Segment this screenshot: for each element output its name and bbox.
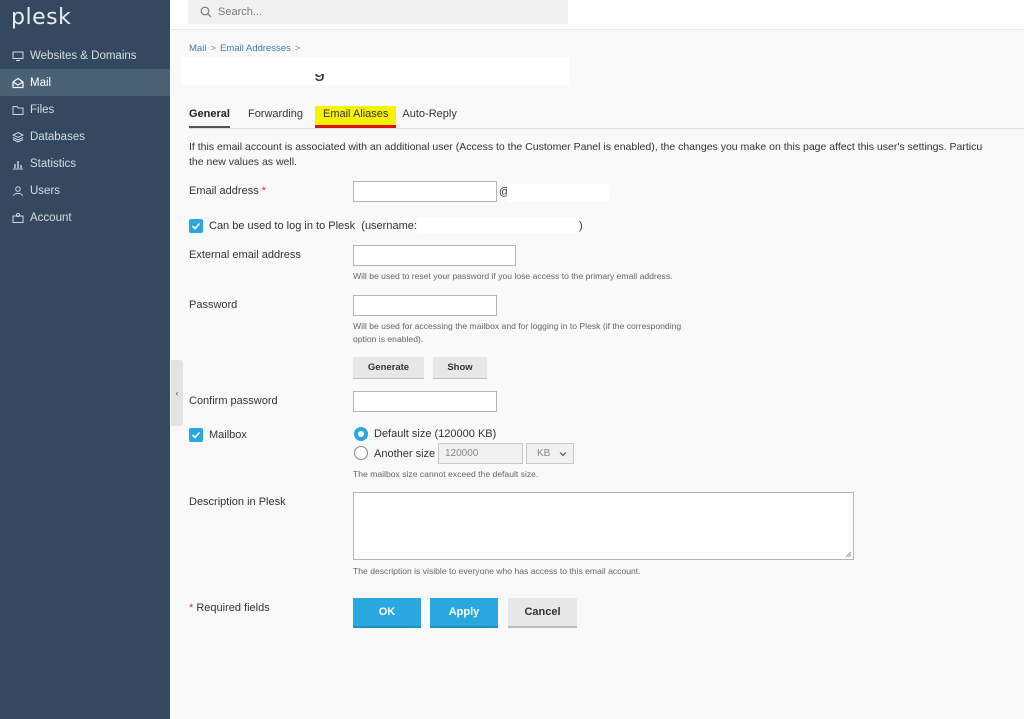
mailbox-size-input[interactable]: 120000 [438,443,523,464]
email-local-part-input[interactable] [353,181,497,202]
breadcrumb-link-email-addresses[interactable]: Email Addresses [220,43,291,54]
external-email-hint: Will be used to reset your password if y… [353,271,673,281]
sidebar-item-statistics[interactable]: Statistics [0,150,170,177]
page-title-redacted [181,57,569,85]
plesk-logo[interactable]: plesk [11,5,71,30]
sidebar-item-account[interactable]: Account [0,204,170,231]
password-hint-line-1: Will be used for accessing the mailbox a… [353,321,682,331]
username-prefix: (username: [361,220,417,232]
ok-button[interactable]: OK [353,598,421,628]
description-hint: The description is visible to everyone w… [353,566,641,576]
default-size-label: Default size (120000 KB) [374,428,497,440]
checkmark-icon [191,431,201,439]
chevron-down-icon [559,452,567,457]
breadcrumb: Mail > Email Addresses > [189,43,304,54]
sidebar-collapse-handle[interactable]: ‹ [171,360,183,426]
sidebar-item-label: Statistics [30,157,77,170]
mailbox-checkbox[interactable] [189,428,203,442]
mailbox-size-unit-select[interactable]: KB [526,443,574,464]
sidebar-item-label: Websites & Domains [30,49,137,62]
password-hint-line-2: option is enabled). [353,334,424,344]
confirm-password-label: Confirm password [189,395,278,407]
page-title-fragment: g [314,74,324,86]
confirm-password-input[interactable] [353,391,497,412]
username-suffix: ) [579,220,583,232]
sidebar-item-label: Files [30,103,55,116]
another-size-radio[interactable] [354,446,368,460]
search-input[interactable]: Search... [188,0,568,24]
size-unit-value: KB [537,448,551,459]
required-fields-text: Required fields [196,602,270,614]
info-note: If this email account is associated with… [189,140,1024,170]
top-bar: Search... [170,0,1024,30]
checkmark-icon [191,222,201,230]
resize-grip-icon[interactable] [845,551,852,558]
sidebar-item-databases[interactable]: Databases [0,123,170,150]
monitor-icon [11,49,24,62]
cancel-button[interactable]: Cancel [508,598,577,628]
external-email-input[interactable] [353,245,516,266]
tab-bar: General Forwarding Email Aliases Auto-Re… [189,106,475,128]
another-size-label: Another size [374,448,436,460]
info-note-line-1: If this email account is associated with… [189,141,983,153]
search-placeholder: Search... [218,6,263,18]
sidebar-item-websites-domains[interactable]: Websites & Domains [0,42,170,69]
chart-icon [11,157,24,170]
sidebar-nav: Websites & Domains Mail Files Databases … [0,42,170,231]
login-checkbox-text: Can be used to log in to Plesk [209,220,356,232]
mail-icon [11,76,24,89]
tabs-divider [189,128,1024,129]
chevron-left-icon: ‹ [175,388,179,398]
mailbox-hint: The mailbox size cannot exceed the defau… [353,469,539,479]
generate-button[interactable]: Generate [353,357,424,379]
required-fields-note: * Required fields [189,602,270,614]
sidebar-item-users[interactable]: Users [0,177,170,204]
description-textarea[interactable] [353,492,854,560]
breadcrumb-separator: > [210,43,216,54]
required-mark: * [189,602,194,614]
user-icon [11,184,24,197]
tab-auto-reply[interactable]: Auto-Reply [402,106,456,128]
tab-forwarding[interactable]: Forwarding [248,106,303,128]
external-email-label: External email address [189,249,301,261]
sidebar-item-label: Databases [30,130,85,143]
account-icon [11,211,24,224]
search-icon [200,6,212,18]
info-note-line-2: the new values as well. [189,156,297,168]
password-input[interactable] [353,295,497,316]
domain-redacted [507,184,609,202]
sidebar-item-label: Account [30,211,72,224]
username-redacted [417,217,579,233]
tab-general[interactable]: General [189,106,230,128]
sidebar-item-mail[interactable]: Mail [0,69,170,96]
database-icon [11,130,24,143]
tab-email-aliases[interactable]: Email Aliases [315,106,397,128]
login-checkbox-label: Can be used to log in to Plesk (username… [209,220,417,232]
description-label: Description in Plesk [189,496,286,508]
breadcrumb-link-mail[interactable]: Mail [189,43,206,54]
email-address-label-text: Email address [189,185,259,197]
sidebar: plesk Websites & Domains Mail Files Data… [0,0,170,719]
sidebar-item-files[interactable]: Files [0,96,170,123]
apply-button[interactable]: Apply [430,598,498,628]
mailbox-label: Mailbox [209,429,247,441]
sidebar-item-label: Users [30,184,61,197]
email-address-label: Email address * [189,185,266,197]
password-label: Password [189,299,238,311]
sidebar-item-label: Mail [30,76,52,89]
default-size-radio[interactable] [354,427,368,441]
folder-icon [11,103,24,116]
show-button[interactable]: Show [433,357,487,379]
password-hint: Will be used for accessing the mailbox a… [353,320,733,346]
breadcrumb-separator: > [294,43,301,54]
login-checkbox[interactable] [189,219,203,233]
required-mark: * [261,185,267,197]
